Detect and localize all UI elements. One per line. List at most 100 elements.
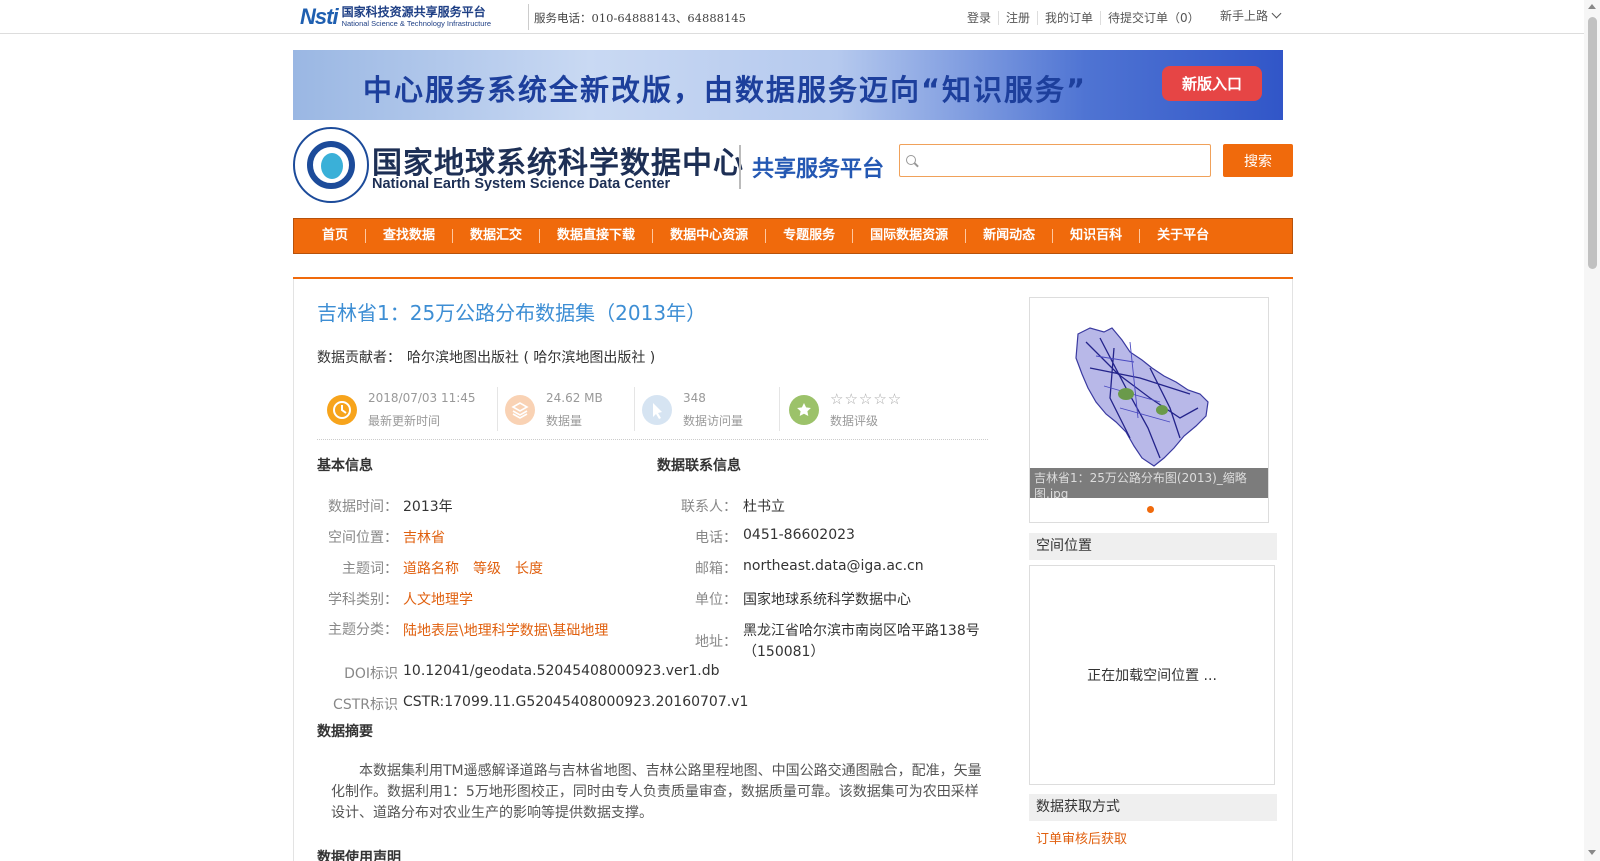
stat-divider	[497, 387, 498, 431]
dataset-title: 吉林省1：25万公路分布数据集（2013年）	[317, 301, 707, 325]
keyword-link[interactable]: 长度	[515, 561, 543, 577]
thumbnail-caption: 吉林省1：25万公路分布图(2013)_缩略图.jpg	[1030, 468, 1268, 498]
keywords-label: 主题词：	[342, 561, 398, 577]
contact-email-label: 邮箱：	[695, 561, 737, 577]
rating-stars[interactable]: ☆☆☆☆☆	[830, 390, 902, 408]
divider	[528, 4, 529, 30]
contact-phone-value: 0451-86602023	[743, 527, 855, 543]
visits-label: 数据访问量	[683, 414, 744, 428]
new-version-button[interactable]: 新版入口	[1162, 66, 1262, 101]
nav-item-submit-data[interactable]: 数据汇交	[453, 229, 541, 243]
keyword-link[interactable]: 等级	[473, 561, 501, 577]
content-divider	[293, 277, 1293, 279]
updated-value: 2018/07/03 11:45	[368, 391, 476, 405]
promo-banner[interactable]: 中心服务系统全新改版，由数据服务迈向“知识服务” 新版入口	[293, 50, 1283, 120]
nav-item-home[interactable]: 首页	[305, 229, 367, 243]
access-method-link[interactable]: 订单审核后获取	[1036, 828, 1127, 847]
search-button[interactable]: 搜索	[1223, 144, 1293, 177]
spatial-map-panel[interactable]: 正在加载空间位置 ...	[1029, 565, 1275, 785]
title-divider	[739, 145, 741, 189]
chevron-down-icon	[1271, 8, 1282, 19]
main-nav: 首页 查找数据 数据汇交 数据直接下载 数据中心资源 专题服务 国际数据资源 新…	[293, 218, 1293, 254]
my-orders-link[interactable]: 我的订单	[1038, 11, 1102, 25]
space-link[interactable]: 吉林省	[403, 527, 445, 547]
register-link[interactable]: 注册	[999, 11, 1039, 25]
contact-address-postcode: （150081）	[743, 644, 825, 660]
platform-title: 共享服务平台	[752, 157, 885, 182]
contact-email-value[interactable]: northeast.data@iga.ac.cn	[743, 558, 924, 574]
user-links: 登录 注册 我的订单 待提交订单（0）	[960, 11, 1207, 25]
banner-text: 中心服务系统全新改版，由数据服务迈向“知识服务”	[363, 73, 1088, 107]
top-bar: Nsti 国家科技资源共享服务平台 National Science & Tec…	[0, 0, 1584, 34]
nsti-logo-en: National Science & Technology Infrastruc…	[341, 19, 492, 29]
contact-org-value: 国家地球系统科学数据中心	[743, 592, 911, 608]
stat-divider	[634, 387, 635, 431]
nav-item-news[interactable]: 新闻动态	[966, 229, 1054, 243]
time-label: 数据时间：	[328, 499, 398, 515]
category-label: 主题分类：	[328, 622, 398, 638]
stats-divider	[317, 439, 988, 440]
nav-item-center-resources[interactable]: 数据中心资源	[653, 229, 767, 243]
scroll-down-icon[interactable]	[1588, 850, 1596, 855]
contact-person-label: 联系人：	[681, 499, 737, 515]
nav-item-about[interactable]: 关于平台	[1140, 229, 1226, 243]
cstr-value[interactable]: CSTR:17099.11.G52045408000923.20160707.v…	[403, 694, 748, 710]
map-loading-text: 正在加载空间位置 ...	[1087, 668, 1217, 684]
access-section-title: 数据获取方式	[1029, 794, 1277, 821]
dataset-thumbnail-map[interactable]	[1030, 298, 1268, 468]
contributor-label: 数据贡献者：	[317, 350, 401, 366]
nav-item-direct-download[interactable]: 数据直接下载	[540, 229, 654, 243]
scroll-up-icon[interactable]	[1588, 4, 1596, 9]
contact-address-value: 黑龙江省哈尔滨市南岗区哈平路138号	[743, 623, 980, 639]
content-border-right	[1292, 279, 1293, 861]
category-link[interactable]: 陆地表层\地理科学数据\基础地理	[403, 620, 608, 640]
pending-orders-link[interactable]: 待提交订单（0）	[1101, 11, 1207, 25]
nav-item-find-data[interactable]: 查找数据	[366, 229, 454, 243]
nav-item-topic-services[interactable]: 专题服务	[766, 229, 854, 243]
nsti-logo[interactable]: Nsti 国家科技资源共享服务平台 National Science & Tec…	[300, 2, 522, 32]
abstract-title: 数据摘要	[317, 724, 373, 740]
login-link[interactable]: 登录	[960, 11, 1000, 25]
spatial-section-title: 空间位置	[1029, 533, 1277, 560]
contact-person-value: 杜书立	[743, 499, 785, 515]
search-icon	[906, 155, 916, 165]
keyword-list: 道路名称 等级 长度	[403, 558, 557, 578]
clock-icon	[327, 395, 357, 425]
doi-label: DOI标识	[344, 666, 398, 682]
keyword-link[interactable]: 道路名称	[403, 561, 459, 577]
cursor-icon	[642, 395, 672, 425]
contact-org-label: 单位：	[695, 592, 737, 608]
stat-divider	[779, 387, 780, 431]
size-value: 24.62 MB	[546, 391, 603, 405]
nav-item-international[interactable]: 国际数据资源	[853, 229, 967, 243]
contact-phone-label: 电话：	[695, 530, 737, 546]
contact-info-title: 数据联系信息	[657, 458, 741, 474]
contact-address-label: 地址：	[695, 634, 737, 650]
discipline-link[interactable]: 人文地理学	[403, 589, 473, 609]
rating-label: 数据评级	[830, 414, 879, 428]
layers-icon	[505, 395, 535, 425]
content-border-left	[293, 279, 294, 861]
guide-label: 新手上路	[1220, 9, 1269, 23]
contributor-value: 哈尔滨地图出版社 ( 哈尔滨地图出版社 )	[407, 350, 656, 366]
data-center-emblem-icon[interactable]	[293, 127, 369, 203]
carousel-dot[interactable]	[1147, 506, 1154, 513]
space-label: 空间位置：	[328, 530, 398, 546]
service-phone: 服务电话：010-64888143、64888145	[534, 11, 746, 25]
guide-dropdown[interactable]: 新手上路	[1220, 7, 1282, 24]
basic-info-title: 基本信息	[317, 458, 373, 474]
usage-statement-title: 数据使用声明	[317, 850, 401, 861]
thumbnail-carousel[interactable]: 吉林省1：25万公路分布图(2013)_缩略图.jpg	[1029, 297, 1269, 523]
star-badge-icon	[789, 395, 819, 425]
visits-value: 348	[683, 391, 706, 405]
abstract-text: 本数据集利用TM遥感解译道路与吉林省地图、吉林公路里程地图、中国公路交通图融合，…	[331, 763, 982, 821]
doi-value[interactable]: 10.12041/geodata.52045408000923.ver1.db	[403, 663, 720, 679]
time-value: 2013年	[403, 499, 453, 515]
nsti-logo-cn: 国家科技资源共享服务平台	[341, 5, 486, 20]
search-input[interactable]	[899, 144, 1211, 177]
cstr-label: CSTR标识	[333, 697, 398, 713]
site-title-en: National Earth System Science Data Cente…	[372, 176, 671, 192]
nav-item-wiki[interactable]: 知识百科	[1053, 229, 1141, 243]
contributor-row: 数据贡献者： 哈尔滨地图出版社 ( 哈尔滨地图出版社 )	[317, 347, 655, 367]
scrollbar-thumb[interactable]	[1588, 17, 1597, 269]
